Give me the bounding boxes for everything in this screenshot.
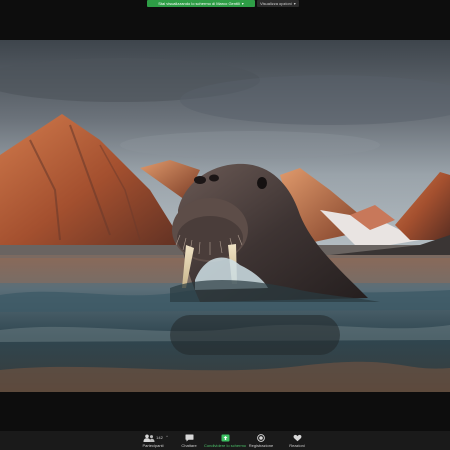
reactions-label: Reazioni xyxy=(289,443,305,448)
chevron-down-icon: ▾ xyxy=(293,1,296,6)
meeting-toolbar: 142 ^ Partecipanti Chattare Condividere … xyxy=(0,431,450,450)
record-icon xyxy=(257,433,265,442)
shared-screen xyxy=(0,40,450,392)
speech-bubble-icon xyxy=(185,434,193,441)
view-options-button[interactable]: Visualizza opzioni ▾ xyxy=(257,0,299,7)
participants-label: Partecipanti xyxy=(142,443,164,448)
chat-label: Chattare xyxy=(181,443,197,448)
reactions-button[interactable]: Reazioni xyxy=(279,431,315,448)
chevron-down-icon: ▾ xyxy=(241,1,244,6)
participants-button[interactable]: 142 ^ Partecipanti xyxy=(135,431,171,448)
share-screen-label: Condividere lo schermo xyxy=(203,443,247,448)
people-icon xyxy=(143,434,155,442)
screen-share-indicator[interactable]: Stai visualizzando lo schermo di Marco G… xyxy=(147,0,255,7)
share-screen-icon xyxy=(221,434,229,441)
participants-count: 142 xyxy=(156,435,163,440)
heart-icon xyxy=(293,434,301,441)
chat-button[interactable]: Chattare xyxy=(171,431,207,448)
share-indicator-label: Stai visualizzando lo schermo di Marco G… xyxy=(158,1,240,6)
record-button[interactable]: Registrazione xyxy=(243,431,279,448)
record-label: Registrazione xyxy=(248,443,274,448)
chevron-up-icon[interactable]: ^ xyxy=(166,434,168,439)
walrus-photo xyxy=(0,40,450,392)
share-screen-button[interactable]: Condividere lo schermo xyxy=(203,431,247,448)
share-banner: Stai visualizzando lo schermo di Marco G… xyxy=(147,0,299,7)
view-options-label: Visualizza opzioni xyxy=(260,1,292,6)
